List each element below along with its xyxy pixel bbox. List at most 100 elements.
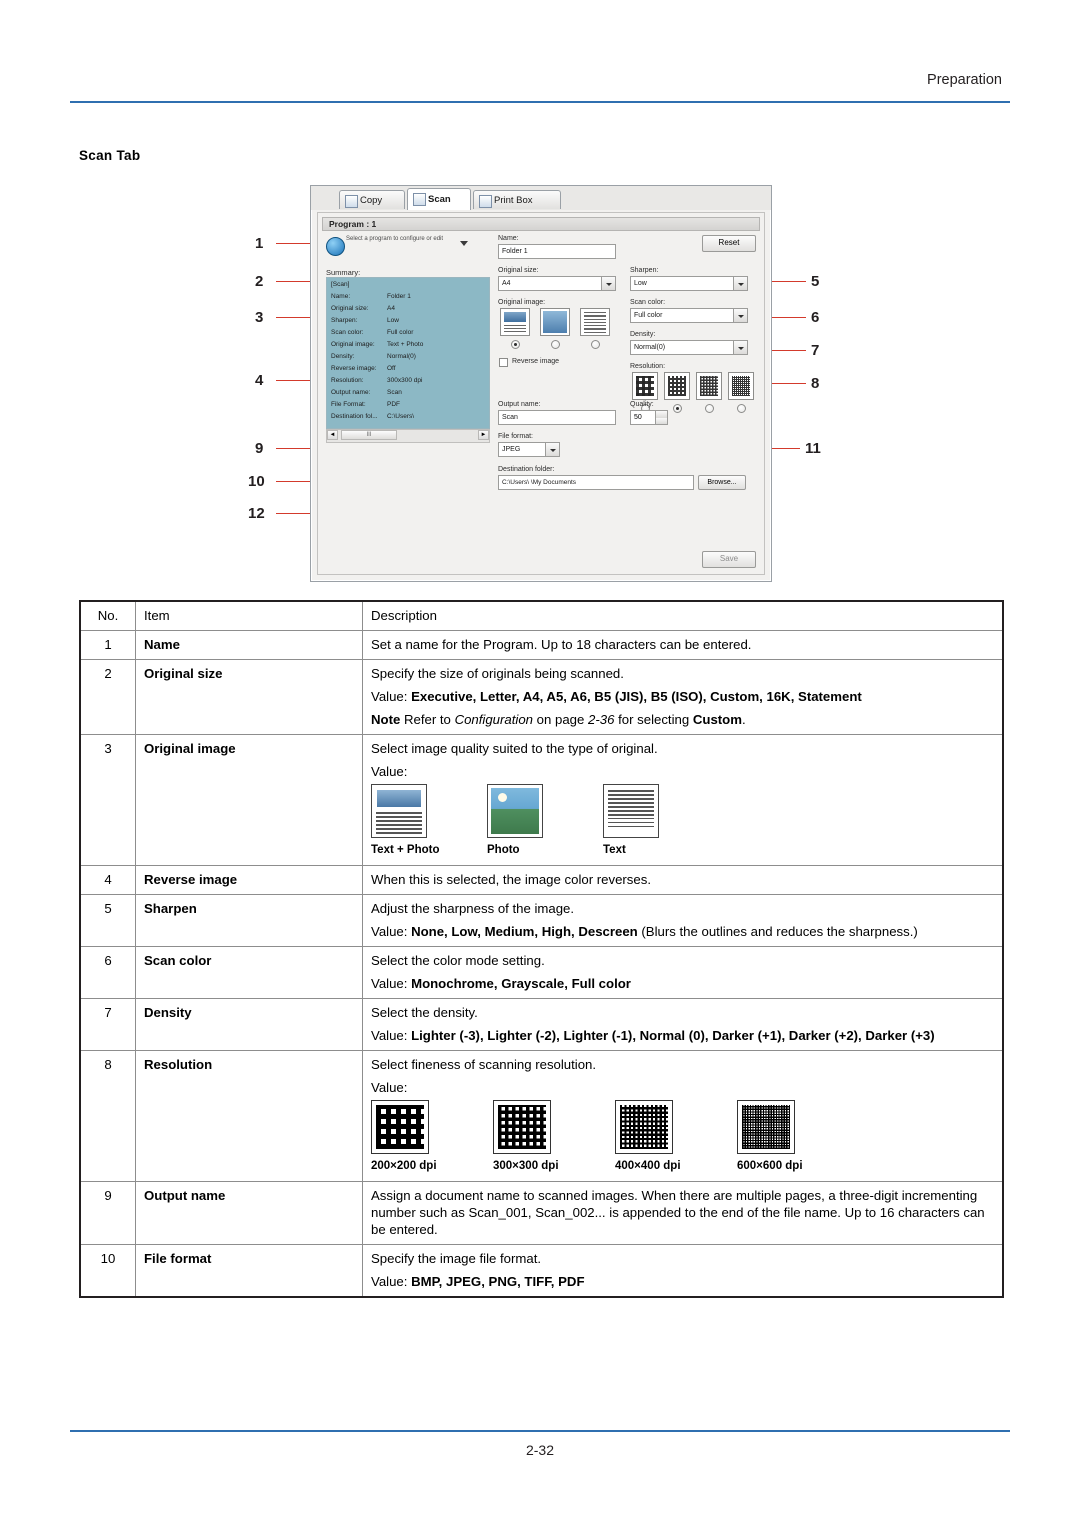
value-tail: (Blurs the outlines and reduces the shar… (637, 924, 918, 939)
scroll-left-arrow[interactable]: ◄ (327, 430, 338, 440)
chevron-down-icon[interactable] (733, 309, 747, 322)
chevron-down-icon[interactable] (460, 241, 468, 246)
sample-image (487, 784, 543, 838)
file-format-label: File format: (498, 433, 534, 440)
summary-row: Destination fol... C:\Users\ (331, 413, 415, 420)
row-no: 2 (79, 659, 136, 735)
density-select[interactable]: Normal(0) (630, 340, 748, 355)
row-value-line: Value: BMP, JPEG, PNG, TIFF, PDF (371, 1273, 994, 1290)
summary-row: Original size: A4 (331, 305, 395, 312)
sample-photo: Photo (487, 784, 543, 859)
reset-button[interactable]: Reset (702, 235, 756, 252)
print-box-icon (479, 195, 492, 208)
original-size-label: Original size: (498, 267, 539, 274)
summary-row: Reverse image: Off (331, 365, 396, 372)
table-row: 8 Resolution Select fineness of scanning… (79, 1050, 1004, 1182)
resolution-radio-300[interactable] (673, 404, 682, 413)
scroll-right-arrow[interactable]: ► (478, 430, 489, 440)
file-format-value: JPEG (502, 446, 521, 453)
resolution-samples: 200×200 dpi 300×300 dpi 400×400 dpi 600×… (371, 1100, 994, 1175)
row-item: Name (135, 630, 363, 660)
note-label: Note (371, 712, 401, 727)
sample-caption: Photo (487, 844, 520, 856)
resolution-option-300[interactable] (664, 372, 690, 400)
tab-print-box[interactable]: Print Box (473, 190, 561, 209)
output-name-input[interactable]: Scan (498, 410, 616, 425)
browse-button[interactable]: Browse... (698, 475, 746, 490)
chevron-down-icon[interactable] (733, 341, 747, 354)
header-rule (70, 101, 1010, 103)
callout-2: 2 (255, 273, 264, 290)
page-header-title: Preparation (927, 72, 1002, 88)
resolution-option-200[interactable] (632, 372, 658, 400)
row-description: Select the color mode setting. Value: Mo… (362, 946, 1004, 999)
program-selector[interactable]: Select a program to configure or edit (324, 235, 484, 261)
callout-4: 4 (255, 372, 264, 389)
chevron-down-icon[interactable] (601, 277, 615, 290)
row-item: Density (135, 998, 363, 1051)
callout-12: 12 (248, 505, 265, 522)
sample-caption: Text + Photo (371, 844, 440, 856)
name-input[interactable]: Folder 1 (498, 244, 616, 259)
program-icon (326, 237, 345, 256)
resolution-radio-400[interactable] (705, 404, 714, 413)
original-image-option-text-photo[interactable] (500, 308, 530, 336)
summary-row: File Format: PDF (331, 401, 400, 408)
destination-folder-input[interactable]: C:\Users\ \My Documents (498, 475, 694, 490)
save-button[interactable]: Save (702, 551, 756, 568)
original-size-select[interactable]: A4 (498, 276, 616, 291)
original-image-option-text[interactable] (580, 308, 610, 336)
original-image-radio-text-photo[interactable] (511, 340, 520, 349)
header-item: Item (135, 600, 363, 631)
sample-image (603, 784, 659, 838)
summary-row: [Scan] (331, 281, 350, 288)
scrollbar-thumb[interactable]: III (341, 430, 397, 440)
original-image-option-photo[interactable] (540, 308, 570, 336)
parameters-table: No. Item Description 1 Name Set a name f… (79, 600, 1004, 1298)
row-desc-text: Select the density. (371, 1005, 478, 1020)
table-row: 5 Sharpen Adjust the sharpness of the im… (79, 894, 1004, 947)
row-description: Set a name for the Program. Up to 18 cha… (362, 630, 1004, 660)
scan-color-label: Scan color: (630, 299, 666, 306)
row-description: When this is selected, the image color r… (362, 865, 1004, 895)
file-format-select[interactable]: JPEG (498, 442, 560, 457)
row-no: 10 (79, 1244, 136, 1298)
callout-8: 8 (811, 375, 820, 392)
tab-scan[interactable]: Scan (407, 188, 471, 210)
row-description: Specify the image file format. Value: BM… (362, 1244, 1004, 1298)
chevron-down-icon[interactable] (545, 443, 559, 456)
chevron-down-icon[interactable] (733, 277, 747, 290)
scan-icon (413, 193, 426, 206)
row-description: Assign a document name to scanned images… (362, 1181, 1004, 1245)
sharpen-select[interactable]: Low (630, 276, 748, 291)
original-image-radio-text[interactable] (591, 340, 600, 349)
summary-list[interactable]: [Scan] Name: Folder 1 Original size: A4 Sh… (326, 277, 490, 429)
header-description: Description (362, 600, 1004, 631)
row-item: Resolution (135, 1050, 363, 1182)
quality-stepper[interactable]: 50 (630, 410, 668, 425)
row-value-line: Value: Lighter (-3), Lighter (-2), Light… (371, 1027, 994, 1044)
row-item: Original image (135, 734, 363, 866)
resolution-caption: 200×200 dpi (371, 1160, 437, 1172)
row-desc-text: Select the color mode setting. (371, 953, 545, 968)
copy-icon (345, 195, 358, 208)
row-value-line: Value: Executive, Letter, A4, A5, A6, B5… (371, 688, 994, 705)
note-bold: Custom (692, 712, 742, 727)
note-text-1: Refer to (403, 712, 455, 727)
resolution-radio-600[interactable] (737, 404, 746, 413)
output-name-label: Output name: (498, 401, 541, 408)
resolution-sample-300: 300×300 dpi (493, 1100, 563, 1175)
original-image-radio-photo[interactable] (551, 340, 560, 349)
row-no: 5 (79, 894, 136, 947)
resolution-option-600[interactable] (728, 372, 754, 400)
reverse-image-checkbox[interactable] (499, 358, 508, 367)
resolution-option-400[interactable] (696, 372, 722, 400)
sharpen-value: Low (634, 280, 647, 287)
scan-color-select[interactable]: Full color (630, 308, 748, 323)
stepper-down-icon[interactable] (655, 417, 667, 424)
row-item: Reverse image (135, 865, 363, 895)
tab-copy[interactable]: Copy (339, 190, 405, 209)
resolution-sample-400: 400×400 dpi (615, 1100, 685, 1175)
summary-horizontal-scrollbar[interactable]: ◄ III ► (326, 429, 490, 443)
callout-7: 7 (811, 342, 820, 359)
